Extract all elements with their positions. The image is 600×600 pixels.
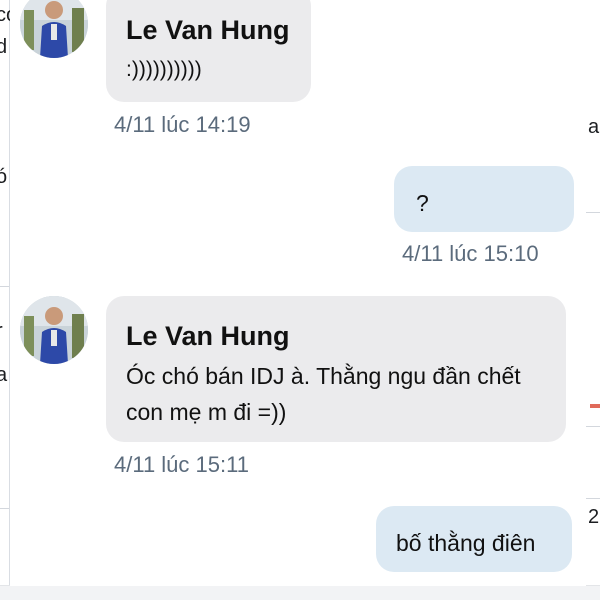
- background-divider: [0, 508, 9, 509]
- message-bubble-outgoing[interactable]: ?: [394, 166, 574, 232]
- message-bubble-incoming[interactable]: Le Van Hung Óc chó bán IDJ à. Thằng ngu …: [106, 296, 566, 442]
- message-text: ?: [416, 190, 429, 216]
- background-text-fragment: ó: [0, 166, 8, 188]
- background-divider: [0, 286, 9, 287]
- message-text-line: Óc chó bán IDJ à. Thằng ngu đần chết: [126, 363, 521, 389]
- bottom-bar: [0, 585, 600, 600]
- sender-avatar[interactable]: [20, 296, 88, 364]
- background-text-fragment: 2: [588, 506, 600, 528]
- background-chart-mark: [590, 404, 600, 408]
- message-bubble-incoming[interactable]: Le Van Hung :)))))))))): [106, 0, 311, 102]
- background-divider: [586, 498, 600, 499]
- background-page-right-edge: a 2: [585, 0, 600, 600]
- screen: co d l ó r a a 2: [0, 0, 600, 600]
- message-timestamp: 4/11 lúc 14:19: [114, 112, 251, 137]
- message-text: bố thằng điên: [396, 530, 536, 556]
- background-page-left-edge: co d l ó r a: [0, 0, 17, 600]
- background-text-fragment: d: [0, 36, 8, 58]
- sender-avatar[interactable]: [20, 0, 88, 58]
- message-text: :)))))))))): [126, 58, 202, 81]
- background-divider: [586, 426, 600, 427]
- message-timestamp: 4/11 lúc 15:10: [402, 241, 539, 266]
- message-bubble-outgoing[interactable]: bố thằng điên: [376, 506, 572, 572]
- background-text-fragment: r: [0, 320, 3, 343]
- message-timestamp: 4/11 lúc 15:11: [114, 452, 249, 477]
- background-text-fragment: a: [0, 364, 8, 386]
- message-text-line: con mẹ m đi =)): [126, 399, 287, 425]
- background-divider: [586, 212, 600, 213]
- chat-conversation[interactable]: Le Van Hung :)))))))))) 4/11 lúc 14:19 ?…: [10, 0, 586, 586]
- sender-name[interactable]: Le Van Hung: [126, 14, 311, 46]
- background-text-fragment: a: [588, 116, 600, 138]
- avatar-photo-icon: [20, 0, 88, 58]
- avatar-photo-icon: [20, 296, 88, 364]
- sender-name[interactable]: Le Van Hung: [126, 320, 566, 352]
